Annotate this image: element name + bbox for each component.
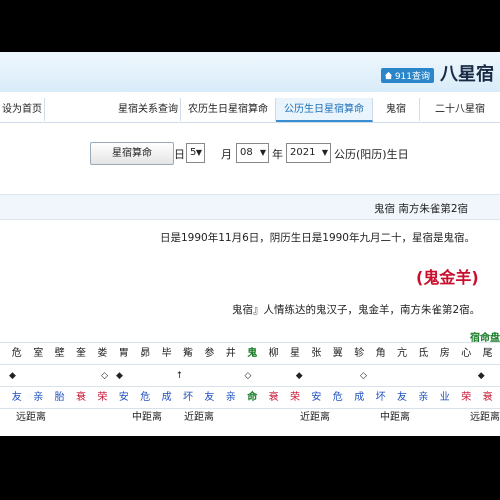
- relation-cell: 友: [11, 392, 22, 403]
- mansion-cell: 翼: [332, 348, 343, 359]
- relation-cell: 成: [161, 392, 172, 403]
- chevron-down-icon: ▼: [321, 148, 328, 157]
- relation-cell: 友: [397, 392, 407, 403]
- distance-label: 近距离: [184, 412, 214, 423]
- mansion-cell: 柳: [268, 348, 279, 359]
- section-heading-bar: 鬼宿 南方朱雀第2宿: [0, 194, 500, 220]
- section-heading: 鬼宿 南方朱雀第2宿: [374, 203, 469, 215]
- distance-label: 远距离: [16, 412, 46, 423]
- mansion-cell: 壁: [54, 348, 65, 359]
- mansion-cell: 毕: [161, 348, 172, 359]
- relation-cell: 衰: [268, 392, 279, 403]
- mansion-cell: 角: [375, 348, 386, 359]
- month-select[interactable]: 08 ▼: [236, 143, 269, 163]
- relation-cell: 坏: [183, 392, 193, 403]
- badge-label: 911查询: [394, 72, 430, 82]
- relation-cell: 成: [354, 392, 365, 403]
- calculate-button[interactable]: 星宿算命: [90, 142, 174, 165]
- mansion-cell: 亢: [397, 348, 407, 359]
- mansion-cell: 娄: [97, 348, 108, 359]
- mansion-cell: 奎: [76, 348, 86, 359]
- year-value: 2021: [290, 147, 316, 158]
- mansion-row: 尾心房氐亢角轸翼张星柳鬼井参觜毕昴胃娄奎壁室危: [0, 342, 500, 365]
- relation-cell: 亲: [418, 392, 429, 403]
- mansion-cell: 轸: [354, 348, 365, 359]
- month-value: 08: [240, 147, 253, 158]
- relation-cell: 亲: [33, 392, 44, 403]
- calculate-button-label: 星宿算命: [112, 148, 152, 159]
- mansion-cell: 参: [204, 348, 215, 359]
- tab-28-mansions[interactable]: 二十八星宿: [420, 98, 500, 121]
- distance-label: 中距离: [380, 412, 410, 423]
- home-icon: [384, 71, 392, 80]
- distance-label: 近距离: [300, 412, 330, 423]
- chevron-down-icon: ▼: [195, 148, 202, 157]
- day-unit: 日: [174, 148, 185, 161]
- site-badge[interactable]: 911查询: [380, 68, 434, 83]
- diamond-marker-icon: ◇: [360, 371, 367, 381]
- birthday-label: 公历(阳历)生日: [334, 148, 409, 161]
- mansion-cell: 房: [439, 348, 450, 359]
- mansion-cell: 鬼: [247, 348, 258, 359]
- year-select[interactable]: 2021 ▼: [286, 143, 331, 163]
- relation-cell: 安: [118, 392, 129, 403]
- relation-cell: 荣: [97, 392, 108, 403]
- relation-cell: 荣: [461, 392, 472, 403]
- tab-gui-mansion[interactable]: 鬼宿: [373, 98, 420, 121]
- mansion-cell: 氐: [418, 348, 429, 359]
- relation-cell: 胎: [54, 392, 65, 403]
- year-unit: 年: [272, 148, 283, 161]
- mansion-cell: 室: [33, 348, 44, 359]
- relation-cell: 安: [311, 392, 322, 403]
- relation-cell: 危: [140, 392, 151, 403]
- relation-cell: 衰: [76, 392, 86, 403]
- diamond-marker-icon: ◇: [244, 371, 252, 381]
- diamond-marker-icon: ◆: [295, 371, 303, 381]
- relation-cell: 荣: [290, 392, 300, 403]
- site-title: 八星宿: [440, 64, 494, 85]
- header-bar: 911查询 八星宿: [0, 52, 500, 92]
- mansion-cell: 胃: [118, 348, 129, 359]
- relation-cell: 业: [439, 392, 450, 403]
- relation-row: 衰荣业亲友坏成危安荣衰命亲友坏成危安荣衰胎亲友: [0, 386, 500, 409]
- marker-row: ◆ ◇ ◆ ◇ ↑ ◆ ◇ ◆: [0, 364, 500, 387]
- diamond-marker-icon: ◆: [477, 371, 485, 381]
- mansion-description: 鬼宿』人情练达的鬼汉子，鬼金羊，南方朱雀第2宿。: [232, 304, 481, 316]
- mansion-cell: 心: [461, 348, 472, 359]
- mansion-cell: 昴: [140, 348, 151, 359]
- relation-cell: 坏: [375, 392, 386, 403]
- mansion-cell: 尾: [482, 348, 493, 359]
- relation-cell: 命: [247, 392, 258, 403]
- mansion-cell: 井: [225, 348, 236, 359]
- mansion-cell: 张: [311, 348, 322, 359]
- result-title: (鬼金羊): [416, 268, 479, 287]
- relation-cell: 友: [204, 392, 215, 403]
- relation-cell: 衰: [482, 392, 493, 403]
- distance-label: 中距离: [132, 412, 162, 423]
- mansion-cell: 觜: [183, 348, 193, 359]
- diamond-marker-icon: ◇: [101, 371, 108, 381]
- relation-cell: 危: [332, 392, 343, 403]
- mansion-cell: 星: [290, 348, 300, 359]
- tab-lunar-birthday[interactable]: 农历生日星宿算命: [181, 98, 276, 121]
- distance-label: 远距离: [470, 412, 500, 423]
- diamond-marker-icon: ◆: [9, 371, 16, 381]
- distance-row: 远距离 中距离 近距离 近距离 中距离 远距离: [0, 408, 500, 429]
- birthday-form: 星宿算命 日 5 ▼ 月 08 ▼ 年 2021 ▼ 公历(阳历)生日: [0, 140, 500, 166]
- page: 911查询 八星宿 设为首页 星宿关系查询 农历生日星宿算命 公历生日星宿算命 …: [0, 52, 500, 436]
- arrow-up-icon: ↑: [175, 371, 184, 381]
- tab-solar-birthday[interactable]: 公历生日星宿算命: [276, 98, 373, 122]
- nav-bar: 设为首页 星宿关系查询 农历生日星宿算命 公历生日星宿算命 鬼宿 二十八星宿: [0, 98, 500, 123]
- tab-set-homepage[interactable]: 设为首页: [0, 98, 45, 121]
- month-unit: 月: [221, 148, 232, 161]
- day-select[interactable]: 5 ▼: [186, 143, 205, 163]
- tab-relation-query[interactable]: 星宿关系查询: [116, 98, 181, 121]
- mansion-cell: 危: [11, 348, 22, 359]
- relation-cell: 亲: [225, 392, 236, 403]
- chevron-down-icon: ▼: [259, 148, 266, 157]
- birth-info: 日是1990年11月6日，阴历生日是1990年九月二十，星宿是鬼宿。: [160, 232, 475, 244]
